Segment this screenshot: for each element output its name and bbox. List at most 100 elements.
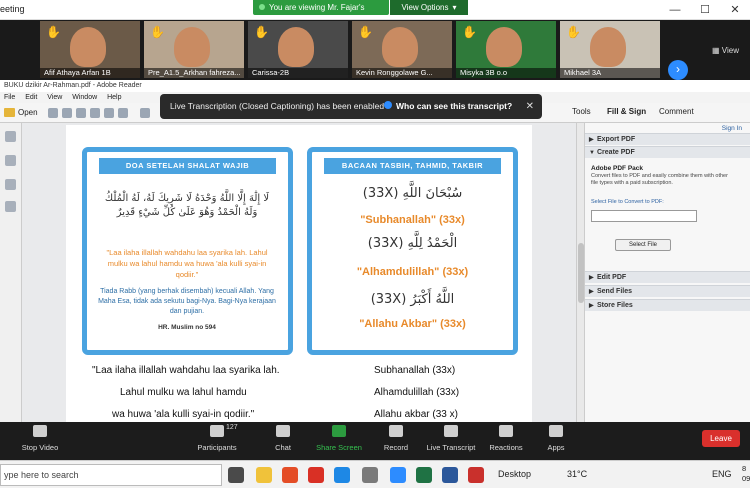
- menu-help[interactable]: Help: [107, 94, 121, 101]
- card-heading: DOA SETELAH SHALAT WAJIB: [99, 158, 276, 174]
- participant-tile[interactable]: ✋ Carissa-2B: [248, 21, 348, 78]
- minimize-button[interactable]: —: [660, 0, 690, 20]
- select-file-button[interactable]: Select File: [615, 239, 671, 251]
- open-button[interactable]: Open: [4, 106, 38, 120]
- live-transcript-button[interactable]: Live Transcript: [424, 425, 478, 452]
- layers-icon[interactable]: [5, 201, 16, 212]
- bookmark-icon[interactable]: [5, 155, 16, 166]
- tab-fill-sign[interactable]: Fill & Sign: [607, 107, 646, 116]
- create-icon[interactable]: [48, 108, 58, 118]
- latin-subhanallah: "Subhanallah" (33x): [360, 214, 465, 226]
- participant-tile[interactable]: ✋ Misyka 3B o.o: [456, 21, 556, 78]
- raised-hand-icon: ✋: [358, 25, 373, 39]
- save-icon[interactable]: [62, 108, 72, 118]
- apps-button[interactable]: Apps: [544, 425, 568, 452]
- menu-file[interactable]: File: [4, 94, 15, 101]
- pdf-pack-description: Convert files to PDF and easily combine …: [591, 173, 728, 186]
- window-titlebar: eeting You are viewing Mr. Fajar's scree…: [0, 0, 750, 27]
- participant-tile[interactable]: ✋ Mikhael 3A: [560, 21, 660, 78]
- pages-icon[interactable]: [5, 131, 16, 142]
- participant-tile[interactable]: ✋ Kevin Ronggolawe G...: [352, 21, 452, 78]
- task-view-icon[interactable]: [228, 467, 244, 483]
- participant-name: Misyka 3B o.o: [456, 68, 556, 78]
- send-files-section[interactable]: ▶ Send Files: [585, 285, 750, 297]
- weather-widget[interactable]: 31°C: [567, 469, 587, 479]
- close-window-button[interactable]: ✕: [720, 0, 750, 20]
- participant-count: 127: [226, 424, 238, 431]
- language-indicator[interactable]: ENG: [712, 469, 732, 479]
- body-text-line: "Laa ilaha illallah wahdahu laa syarika …: [92, 365, 280, 376]
- acrobat-icon[interactable]: [468, 467, 484, 483]
- section-label: Create PDF: [597, 149, 635, 156]
- menu-view[interactable]: View: [47, 94, 62, 101]
- tasbih-card: BACAAN TASBIH, TAHMID, TAKBIR سُبْحَانَ …: [307, 147, 518, 355]
- menu-edit[interactable]: Edit: [25, 94, 37, 101]
- tab-comment[interactable]: Comment: [659, 107, 694, 116]
- view-options-button[interactable]: View Options ▾: [390, 0, 468, 15]
- attachment-icon[interactable]: [5, 179, 16, 190]
- taskbar-search-input[interactable]: ype here to search: [0, 464, 222, 486]
- share-screen-label: Share Screen: [316, 443, 362, 452]
- collapsed-arrow-icon: ▶: [589, 303, 594, 309]
- word-icon[interactable]: [442, 467, 458, 483]
- windows-taskbar: ype here to search Desktop 31°C ENG 809/…: [0, 460, 750, 488]
- participant-video: [382, 27, 418, 67]
- select-file-field[interactable]: [591, 210, 697, 222]
- email-icon[interactable]: [140, 108, 150, 118]
- create-pdf-section[interactable]: ▼ Create PDF: [585, 146, 750, 158]
- apps-label: Apps: [547, 443, 565, 452]
- upload-icon[interactable]: [90, 108, 100, 118]
- vertical-scrollbar[interactable]: [576, 123, 584, 422]
- arabic-alhamdulillah: الْحَمْدُ لِلَّهِ (33X): [367, 236, 458, 251]
- tab-tools[interactable]: Tools: [572, 107, 591, 116]
- body-text-line: Lahul mulku wa lahul hamdu: [120, 387, 247, 398]
- system-clock[interactable]: 809/0: [742, 464, 750, 484]
- apps-icon: [549, 425, 563, 437]
- chat-button[interactable]: Chat: [270, 425, 296, 452]
- desktop-toolbar-label[interactable]: Desktop: [498, 469, 531, 479]
- adobe-reader-window: BUKU dzikir Ar-Rahman.pdf - Adobe Reader…: [0, 80, 750, 422]
- edge-icon[interactable]: [334, 467, 350, 483]
- screen-share-banner: You are viewing Mr. Fajar's screen: [253, 0, 389, 27]
- menu-window[interactable]: Window: [72, 94, 97, 101]
- hadith-source: HR. Muslim no 594: [158, 324, 216, 331]
- zoom-icon[interactable]: [390, 467, 406, 483]
- share-screen-button[interactable]: Share Screen: [314, 425, 364, 452]
- edit-pdf-section[interactable]: ▶ Edit PDF: [585, 271, 750, 283]
- record-button[interactable]: Record: [380, 425, 412, 452]
- participant-video: [590, 27, 626, 67]
- record-icon: [389, 425, 403, 437]
- participant-tile[interactable]: ✋ Pre_A1.5_Arkhan fahreza...: [144, 21, 244, 78]
- reactions-button[interactable]: Reactions: [488, 425, 524, 452]
- open-label: Open: [18, 108, 38, 117]
- folder-icon: [4, 108, 15, 117]
- clock-time: 8: [742, 464, 747, 473]
- body-text-line: Subhanallah (33x): [374, 365, 456, 376]
- view-button[interactable]: ▦ View: [712, 46, 739, 55]
- who-can-see-transcript-link[interactable]: Who can see this transcript?: [384, 94, 512, 119]
- next-page-arrow-icon[interactable]: ›: [668, 60, 688, 80]
- video-strip: ✋ Afif Athaya Arfan 1B ✋ Pre_A1.5_Arkhan…: [0, 20, 750, 80]
- store-files-section[interactable]: ▶ Store Files: [585, 299, 750, 311]
- excel-icon[interactable]: [416, 467, 432, 483]
- file-explorer-icon[interactable]: [256, 467, 272, 483]
- sign-in-link[interactable]: Sign In: [722, 125, 742, 132]
- stop-video-button[interactable]: Stop Video: [20, 425, 60, 452]
- raised-hand-icon: ✋: [566, 25, 581, 39]
- app-icon[interactable]: [362, 467, 378, 483]
- participant-tile[interactable]: ✋ Afif Athaya Arfan 1B: [40, 21, 140, 78]
- translation-text: Tiada Rabb (yang berhak disembah) kecual…: [98, 288, 276, 315]
- raised-hand-icon: ✋: [462, 25, 477, 39]
- participants-icon: [210, 425, 224, 437]
- cloud-icon[interactable]: [76, 108, 86, 118]
- export-pdf-section[interactable]: ▶ Export PDF: [585, 133, 750, 145]
- email-icon[interactable]: [104, 108, 114, 118]
- arabic-subhanallah: سُبْحَانَ اللَّهِ (33X): [362, 186, 463, 201]
- chrome-icon[interactable]: [308, 467, 324, 483]
- firefox-icon[interactable]: [282, 467, 298, 483]
- expanded-arrow-icon: ▼: [589, 150, 595, 156]
- leave-button[interactable]: Leave: [702, 430, 740, 447]
- print-icon[interactable]: [118, 108, 128, 118]
- close-banner-button[interactable]: ✕: [526, 94, 534, 119]
- maximize-button[interactable]: ☐: [690, 0, 720, 20]
